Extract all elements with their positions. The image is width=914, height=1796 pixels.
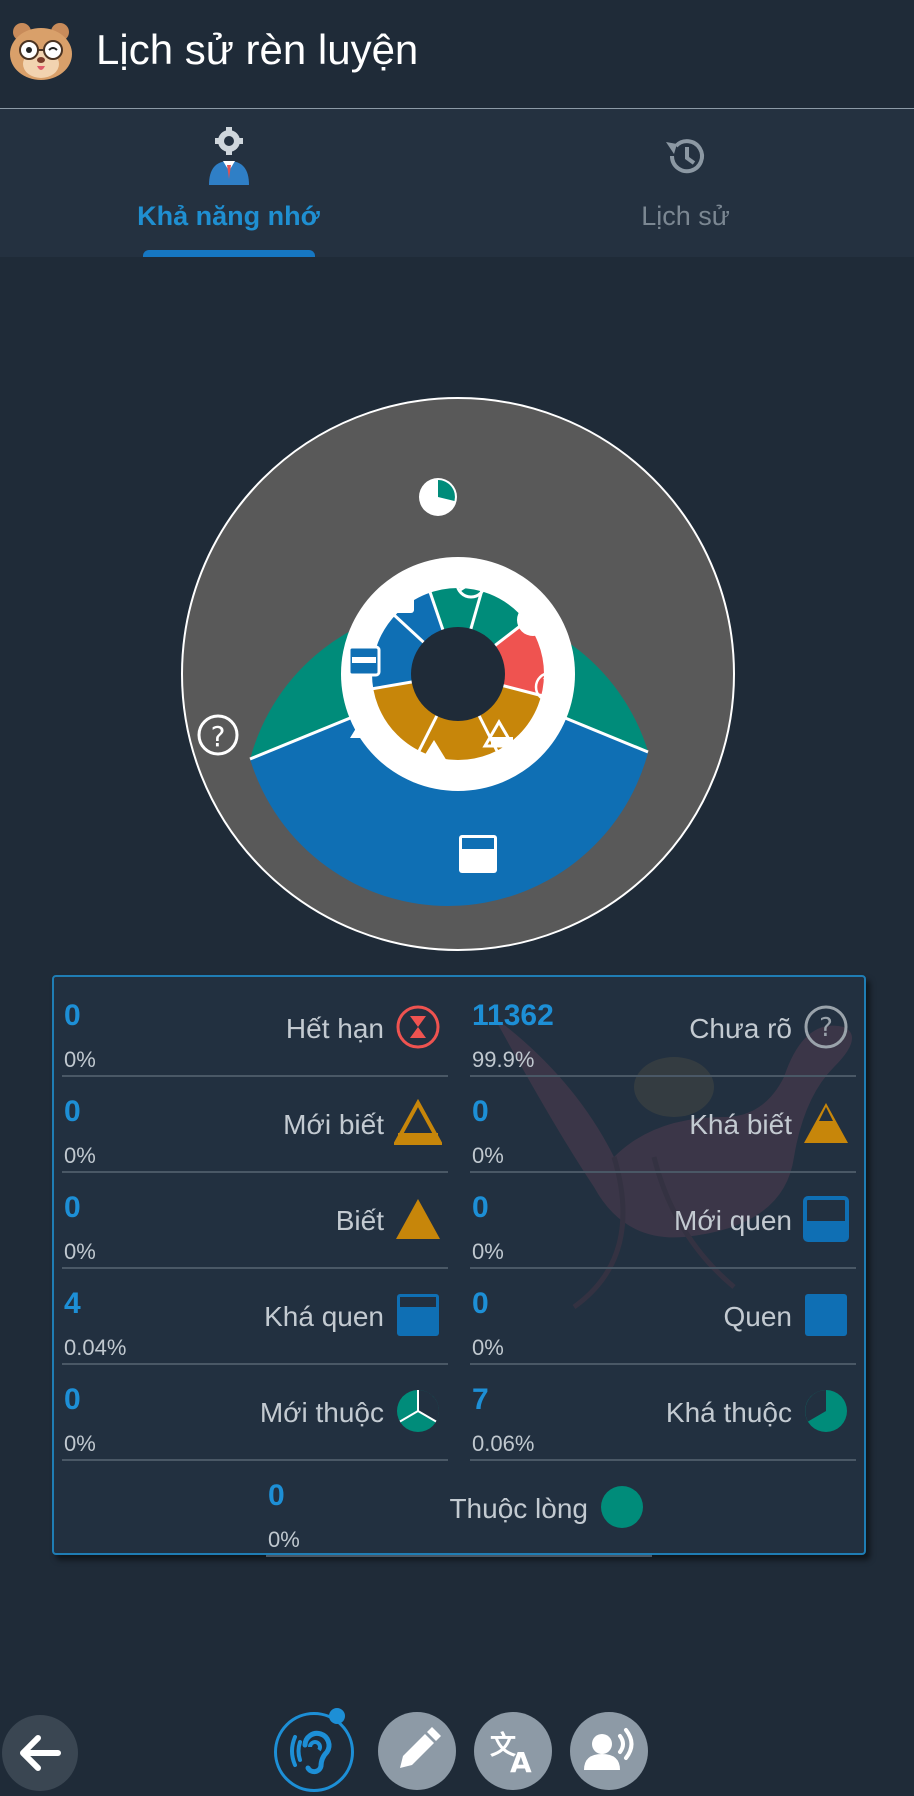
stat-count: 4 (64, 1287, 81, 1320)
memory-sunburst-chart: ? (181, 397, 735, 951)
stat-cell-triangle-low[interactable]: 0 0% Mới biết (62, 1081, 448, 1173)
triangle-half-icon (804, 1103, 848, 1143)
back-button[interactable] (2, 1715, 78, 1791)
stat-count: 7 (472, 1383, 489, 1416)
stat-cell-square-full[interactable]: 0 0% Quen (470, 1273, 856, 1365)
stat-percent: 0% (64, 1239, 96, 1264)
stat-percent: 0% (64, 1143, 96, 1168)
stat-label: Khá quen (264, 1301, 384, 1332)
stat-label: Chưa rõ (689, 1013, 792, 1044)
stat-percent: 0% (472, 1239, 504, 1264)
stat-count: 0 (64, 1383, 81, 1416)
circle-third-icon (397, 1390, 440, 1432)
tab-memory-ability[interactable]: Khả năng nhớ (0, 109, 457, 257)
stat-cell-circle-third[interactable]: 0 0% Mới thuộc (62, 1369, 448, 1461)
chart-pie-icon (419, 478, 457, 516)
active-tab-indicator (143, 250, 315, 257)
stat-label: Khá thuộc (665, 1397, 792, 1428)
hamster-mascot-icon (10, 23, 72, 80)
stat-label: Khá biết (689, 1109, 792, 1140)
stat-count: 0 (472, 1191, 489, 1224)
svg-text:?: ? (819, 1013, 833, 1043)
hourglass-icon (396, 1005, 440, 1049)
chart-square-icon (459, 835, 497, 873)
circle-full-icon (601, 1486, 643, 1528)
listen-badge (329, 1708, 345, 1724)
stat-percent: 0% (64, 1047, 96, 1072)
circle-twothird-icon (805, 1390, 847, 1432)
stat-percent: 0% (472, 1335, 504, 1360)
stat-count: 0 (64, 1191, 81, 1224)
stat-cell-triangle-full[interactable]: 0 0% Biết (62, 1177, 448, 1269)
stat-label: Mới biết (283, 1109, 384, 1140)
app-header: Lịch sử rèn luyện (0, 0, 914, 109)
tab-bar: Khả năng nhớ Lịch sử (0, 109, 914, 257)
pencil-icon (400, 1727, 441, 1768)
square-full-icon (805, 1294, 847, 1336)
svg-text:?: ? (211, 720, 226, 753)
stat-label: Thuộc lòng (449, 1493, 588, 1524)
stat-cell-square-half[interactable]: 4 0.04% Khá quen (62, 1273, 448, 1365)
stat-cell-circle-twothird[interactable]: 7 0.06% Khá thuộc (470, 1369, 856, 1461)
stat-cell-hourglass[interactable]: 0 0% Hết hạn (62, 985, 448, 1077)
stat-count: 0 (64, 999, 81, 1032)
back-arrow-icon (20, 1735, 61, 1771)
stat-count: 0 (268, 1479, 285, 1512)
stat-cell-circle-full[interactable]: 0 0% Thuộc lòng (266, 1465, 652, 1557)
stat-percent: 0% (64, 1431, 96, 1456)
listen-ear-icon (290, 1730, 332, 1775)
triangle-full-icon (396, 1199, 440, 1239)
stat-percent: 0.04% (64, 1335, 127, 1360)
stat-label: Quen (723, 1301, 793, 1332)
question-icon: ? (804, 1005, 848, 1049)
square-low-icon (803, 1196, 849, 1242)
stat-label: Mới quen (674, 1205, 792, 1236)
stat-count: 0 (472, 1095, 489, 1128)
stat-cell-question[interactable]: 11362 99.9% Chưa rõ? (470, 985, 856, 1077)
stat-cell-triangle-half[interactable]: 0 0% Khá biết (470, 1081, 856, 1173)
stat-label: Mới thuộc (259, 1397, 384, 1428)
stat-percent: 0% (268, 1527, 300, 1552)
tab-label: Khả năng nhớ (137, 201, 320, 231)
triangle-low-icon (394, 1099, 442, 1145)
speak-button[interactable] (570, 1712, 648, 1790)
stat-label: Biết (335, 1205, 384, 1236)
stat-count: 0 (472, 1287, 489, 1320)
stat-label: Hết hạn (285, 1013, 384, 1044)
write-button[interactable] (378, 1712, 456, 1790)
page-title: Lịch sử rèn luyện (96, 26, 419, 73)
stat-percent: 0.06% (472, 1431, 535, 1456)
square-half-icon (397, 1294, 439, 1336)
speak-icon (584, 1728, 634, 1770)
translate-button[interactable]: 文 A (474, 1712, 552, 1790)
svg-text:A: A (510, 1746, 532, 1779)
stat-percent: 99.9% (472, 1047, 535, 1072)
translate-icon: 文 A (490, 1730, 532, 1779)
stat-percent: 0% (472, 1143, 504, 1168)
history-icon (665, 139, 704, 174)
memory-user-gear-icon (208, 127, 249, 185)
stat-count: 0 (64, 1095, 81, 1128)
tab-history[interactable]: Lịch sử (457, 109, 914, 257)
tab-label: Lịch sử (641, 201, 730, 231)
listen-button[interactable] (274, 1712, 354, 1792)
stat-cell-square-low[interactable]: 0 0% Mới quen (470, 1177, 856, 1269)
stat-count: 11362 (472, 999, 554, 1032)
